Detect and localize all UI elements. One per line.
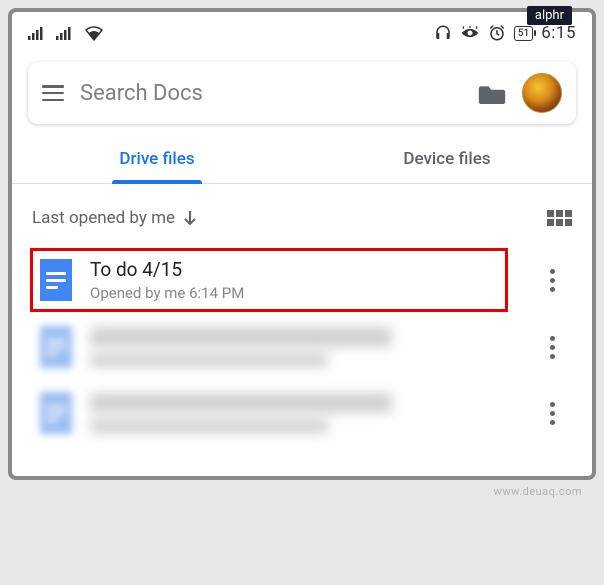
grid-view-icon[interactable] bbox=[547, 210, 572, 226]
arrow-down-icon bbox=[183, 210, 197, 226]
signal-icon bbox=[56, 26, 74, 40]
headset-icon bbox=[434, 24, 452, 42]
file-item[interactable] bbox=[32, 314, 572, 380]
wifi-icon bbox=[84, 26, 104, 41]
sort-button[interactable]: Last opened by me bbox=[32, 208, 197, 228]
file-subtitle bbox=[90, 419, 328, 433]
signal-icon bbox=[28, 26, 46, 40]
sort-row: Last opened by me bbox=[12, 184, 592, 246]
watermark: www.deuaq.com bbox=[494, 485, 582, 498]
folder-icon[interactable] bbox=[478, 82, 506, 104]
clock-text: 6:15 bbox=[541, 23, 576, 43]
file-title: To do 4/15 bbox=[90, 258, 522, 281]
tab-bar: Drive files Device files bbox=[12, 134, 592, 184]
search-bar[interactable]: Search Docs bbox=[28, 62, 576, 124]
file-item[interactable]: To do 4/15 Opened by me 6:14 PM bbox=[32, 246, 572, 314]
docs-icon bbox=[40, 326, 72, 368]
alarm-icon bbox=[488, 24, 506, 42]
status-bar: 51 6:15 bbox=[12, 12, 592, 54]
docs-icon bbox=[40, 392, 72, 434]
search-input[interactable]: Search Docs bbox=[80, 81, 462, 106]
file-subtitle bbox=[90, 353, 328, 367]
file-item[interactable] bbox=[32, 380, 572, 446]
file-list: To do 4/15 Opened by me 6:14 PM bbox=[12, 246, 592, 446]
app-screen: alphr 51 6:15 Search Docs Drive files De… bbox=[8, 8, 596, 480]
docs-icon bbox=[40, 259, 72, 301]
file-title bbox=[90, 393, 392, 413]
tab-device-files[interactable]: Device files bbox=[302, 134, 592, 183]
avatar[interactable] bbox=[522, 73, 562, 113]
more-options-button[interactable] bbox=[540, 261, 564, 300]
file-title bbox=[90, 327, 392, 347]
sort-label: Last opened by me bbox=[32, 208, 175, 228]
battery-icon: 51 bbox=[514, 26, 533, 41]
more-options-button[interactable] bbox=[540, 328, 564, 367]
file-subtitle: Opened by me 6:14 PM bbox=[90, 284, 522, 302]
menu-icon[interactable] bbox=[42, 85, 64, 101]
tab-drive-files[interactable]: Drive files bbox=[12, 134, 302, 183]
eye-icon bbox=[460, 26, 480, 40]
more-options-button[interactable] bbox=[540, 394, 564, 433]
brand-badge: alphr bbox=[527, 6, 572, 25]
